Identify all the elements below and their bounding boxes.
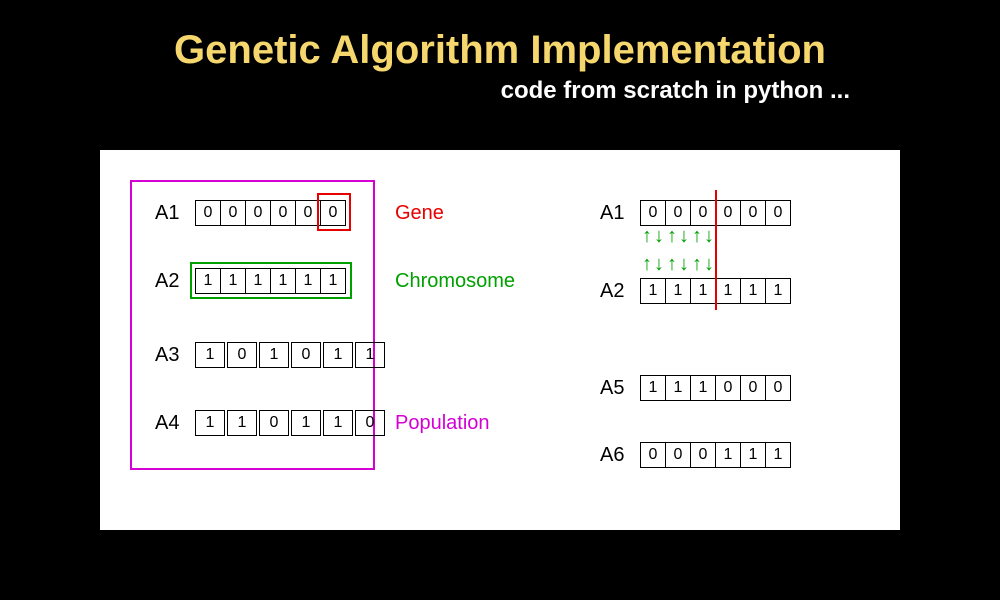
row-label: A1 xyxy=(600,202,640,225)
chromosome-label: Chromosome xyxy=(395,270,515,293)
bit-cell: 1 xyxy=(323,342,353,368)
bit-cell: 0 xyxy=(259,410,289,436)
bit-cell: 1 xyxy=(291,410,321,436)
population-label: Population xyxy=(395,412,490,435)
bit-cell: 1 xyxy=(765,278,791,304)
bit-cells: 1 1 0 1 1 0 xyxy=(195,410,385,436)
arrow-up-icon: ↑ xyxy=(692,254,702,274)
diagram-canvas: A1 0 0 0 0 0 0 A2 1 1 1 1 1 1 A3 1 0 1 xyxy=(100,150,900,530)
bit-cell: 0 xyxy=(227,342,257,368)
arrow-up-icon: ↑ xyxy=(667,254,677,274)
bit-cell: 0 xyxy=(291,342,321,368)
arrow-up-icon: ↑ xyxy=(642,254,652,274)
left-row-a3: A3 1 0 1 0 1 1 xyxy=(155,342,385,368)
left-row-a4: A4 1 1 0 1 1 0 xyxy=(155,410,385,436)
bit-cell: 1 xyxy=(355,342,385,368)
bit-cell: 0 xyxy=(740,375,766,401)
right-row-a6: A6 0 0 0 1 1 1 xyxy=(600,442,791,468)
bit-cell: 0 xyxy=(765,375,791,401)
gene-highlight xyxy=(317,193,351,231)
arrow-up-icon: ↑ xyxy=(642,226,652,246)
bit-cell: 1 xyxy=(765,442,791,468)
bit-cell: 1 xyxy=(227,410,257,436)
bit-cell: 1 xyxy=(715,278,741,304)
bit-cell: 0 xyxy=(740,200,766,226)
bit-cell: 0 xyxy=(715,200,741,226)
arrow-down-icon: ↓ xyxy=(654,226,664,246)
bit-cell: 0 xyxy=(270,200,296,226)
bit-cells: 1 0 1 0 1 1 xyxy=(195,342,385,368)
right-row-a2: A2 1 1 1 1 1 1 xyxy=(600,278,791,304)
bit-cell: 1 xyxy=(690,375,716,401)
arrow-up-icon: ↑ xyxy=(692,226,702,246)
bit-cell: 1 xyxy=(740,442,766,468)
bit-cell: 1 xyxy=(690,278,716,304)
bit-cell: 0 xyxy=(715,375,741,401)
row-label: A6 xyxy=(600,444,640,467)
right-row-a5: A5 1 1 1 0 0 0 xyxy=(600,375,791,401)
bit-cell: 0 xyxy=(220,200,246,226)
row-label: A2 xyxy=(600,280,640,303)
arrow-down-icon: ↓ xyxy=(679,254,689,274)
bit-cells: 0 0 0 1 1 1 xyxy=(640,442,791,468)
arrow-up-icon: ↑ xyxy=(667,226,677,246)
bit-cell: 0 xyxy=(665,200,691,226)
arrow-down-icon: ↓ xyxy=(679,226,689,246)
bit-cell: 0 xyxy=(640,200,666,226)
page-subtitle: code from scratch in python ... xyxy=(0,77,1000,105)
bit-cell: 0 xyxy=(690,200,716,226)
gene-label: Gene xyxy=(395,202,444,225)
bit-cell: 1 xyxy=(259,342,289,368)
bit-cell: 1 xyxy=(323,410,353,436)
page-title: Genetic Algorithm Implementation xyxy=(0,0,1000,73)
bit-cell: 0 xyxy=(195,200,221,226)
bit-cell: 1 xyxy=(195,342,225,368)
bit-cell: 1 xyxy=(665,278,691,304)
right-row-a1: A1 0 0 0 0 0 0 xyxy=(600,200,791,226)
bit-cell: 1 xyxy=(665,375,691,401)
bit-cell: 0 xyxy=(765,200,791,226)
crossover-arrows: ↑ ↓ ↑ ↓ ↑ ↓ ↑ ↓ ↑ ↓ ↑ ↓ xyxy=(640,226,720,278)
bit-cell: 0 xyxy=(665,442,691,468)
row-label: A1 xyxy=(155,202,195,225)
bit-cell: 0 xyxy=(640,442,666,468)
row-label: A3 xyxy=(155,344,195,367)
arrow-down-icon: ↓ xyxy=(654,254,664,274)
row-label: A5 xyxy=(600,377,640,400)
arrow-down-icon: ↓ xyxy=(704,254,714,274)
bit-cell: 1 xyxy=(640,278,666,304)
row-label: A4 xyxy=(155,412,195,435)
chromosome-highlight xyxy=(190,262,352,299)
bit-cell: 1 xyxy=(640,375,666,401)
arrow-down-icon: ↓ xyxy=(704,226,714,246)
bit-cell: 0 xyxy=(245,200,271,226)
bit-cell: 1 xyxy=(715,442,741,468)
bit-cell: 0 xyxy=(690,442,716,468)
bit-cells: 1 1 1 0 0 0 xyxy=(640,375,791,401)
bit-cell: 1 xyxy=(195,410,225,436)
bit-cell: 1 xyxy=(740,278,766,304)
row-label: A2 xyxy=(155,270,195,293)
bit-cell: 0 xyxy=(355,410,385,436)
